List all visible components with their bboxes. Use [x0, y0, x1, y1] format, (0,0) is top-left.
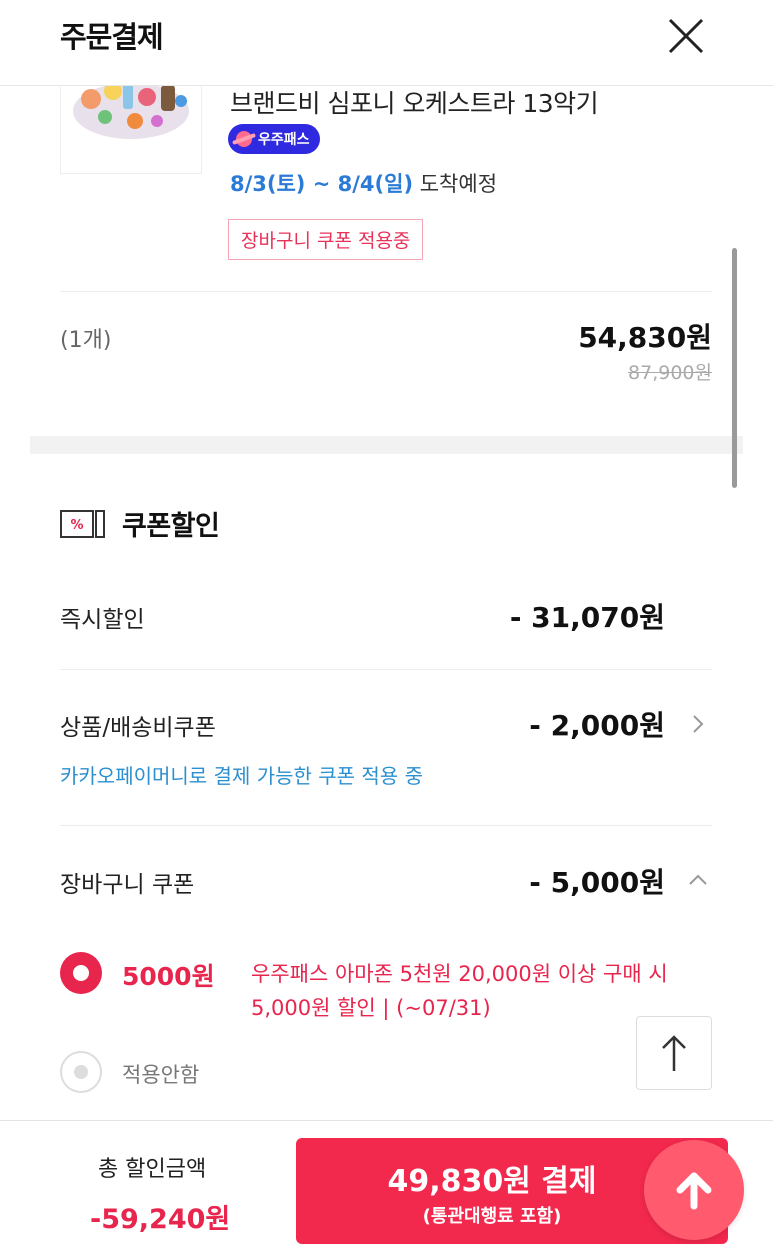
coupon-option-none-label[interactable]: 적용안함	[122, 1059, 199, 1089]
planet-icon	[236, 131, 252, 147]
cart-coupon-label[interactable]: 장바구니 쿠폰	[60, 865, 194, 899]
product-name[interactable]: 브랜드비 심포니 오케스트라 13악기	[230, 84, 599, 120]
coupon-option-amount[interactable]: 5000원	[122, 957, 215, 993]
pass-badge-label: 우주패스	[258, 132, 310, 148]
coupon-section-label: 쿠폰할인	[122, 511, 220, 542]
divider	[60, 825, 712, 826]
quantity: (1개)	[60, 328, 112, 353]
floating-scroll-button[interactable]	[644, 1140, 744, 1240]
arrow-up-icon	[676, 1172, 712, 1210]
chevron-up-icon[interactable]	[686, 868, 710, 892]
coupon-percent-icon: %	[60, 509, 106, 538]
svg-text:%: %	[70, 518, 83, 533]
coupon-option-radio-selected[interactable]	[60, 952, 102, 994]
original-price: 87,900원	[628, 362, 712, 384]
instant-discount-value: - 31,070원	[509, 601, 665, 634]
divider	[60, 291, 712, 292]
divider	[60, 669, 712, 670]
coupon-section-title: % 쿠폰할인	[60, 504, 220, 543]
cart-coupon-badge: 장바구니 쿠폰 적용중	[228, 219, 424, 260]
instant-discount-label: 즉시할인	[60, 607, 145, 633]
coupon-option-description: 우주패스 아마존 5천원 20,000원 이상 구매 시 5,000원 할인 |…	[251, 962, 668, 1020]
product-shipping-coupon-value[interactable]: - 2,000원	[529, 704, 665, 744]
delivery-estimate: 8/3(토) ~ 8/4(일) 도착예정	[230, 168, 497, 198]
delivery-date: 8/3(토) ~ 8/4(일)	[230, 172, 414, 196]
section-divider	[30, 436, 743, 454]
chevron-right-icon[interactable]	[686, 712, 710, 736]
arrow-up-icon	[662, 1035, 686, 1071]
close-icon[interactable]	[664, 14, 708, 58]
total-discount-label: 총 할인금액	[98, 1157, 207, 1182]
total-discount-value: -59,240원	[90, 1204, 231, 1235]
scrollbar[interactable]	[732, 248, 737, 488]
pass-badge: 우주패스	[228, 124, 320, 154]
coupon-note: 카카오페이머니로 결제 가능한 쿠폰 적용 중	[60, 764, 423, 788]
product-shipping-coupon-label[interactable]: 상품/배송비쿠폰	[60, 708, 216, 742]
product-price: 54,830원	[578, 321, 712, 354]
coupon-option-radio-none[interactable]	[60, 1051, 102, 1093]
cart-coupon-value[interactable]: - 5,000원	[529, 861, 665, 901]
scroll-top-button[interactable]	[636, 1016, 712, 1090]
header: 주문결제	[0, 0, 773, 86]
page-title: 주문결제	[60, 20, 164, 54]
delivery-suffix: 도착예정	[419, 172, 498, 196]
